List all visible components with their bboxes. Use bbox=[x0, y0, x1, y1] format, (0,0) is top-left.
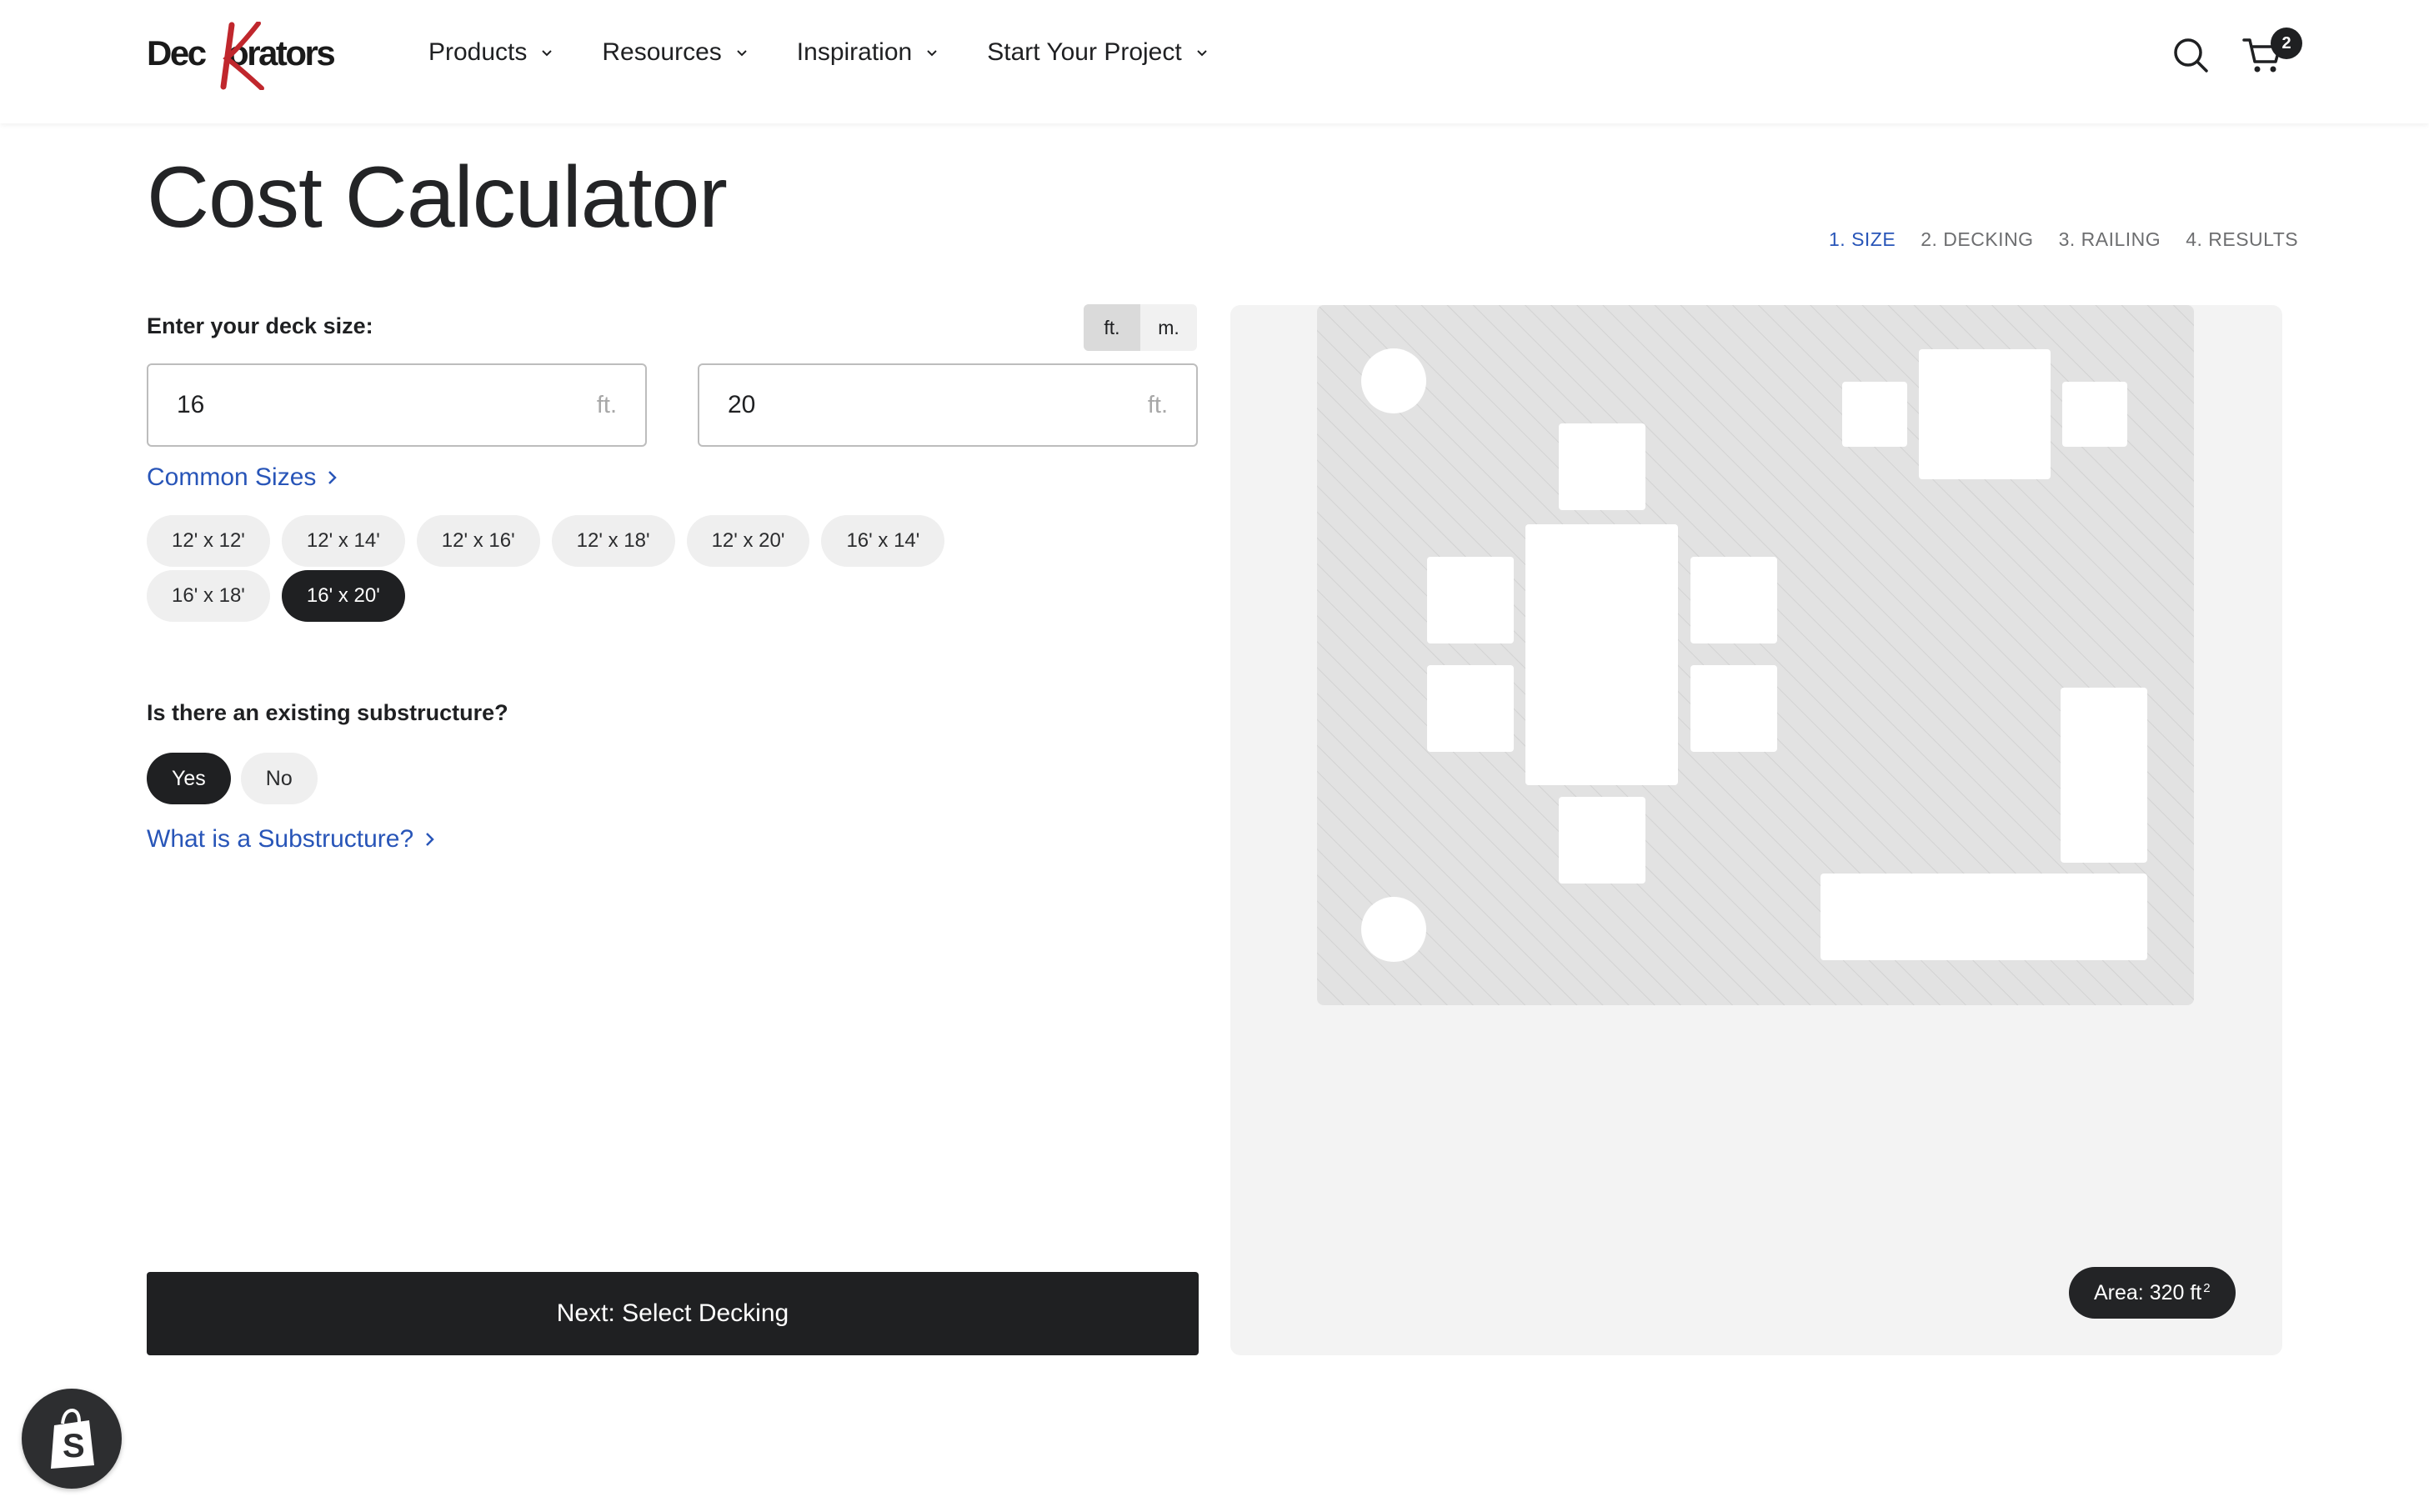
nav-products[interactable]: Products bbox=[428, 38, 555, 67]
step-railing[interactable]: 3. RAILING bbox=[2059, 228, 2161, 251]
search-icon[interactable] bbox=[2172, 37, 2209, 73]
deckorators-logo[interactable]: Dec orators bbox=[147, 22, 365, 92]
deck-layout-illustration bbox=[1317, 305, 2194, 1005]
size-chip-16x20[interactable]: 16' x 20' bbox=[281, 570, 405, 622]
size-chip-12x14[interactable]: 12' x 14' bbox=[281, 515, 405, 567]
chevron-down-icon bbox=[542, 50, 553, 57]
chair-left-2 bbox=[1427, 665, 1514, 752]
chair-right-2 bbox=[1690, 665, 1777, 752]
size-chip-12x16[interactable]: 12' x 16' bbox=[416, 515, 540, 567]
site-header: Dec orators Products Resources Inspirati… bbox=[0, 0, 2429, 123]
progress-steps: 1. SIZE 2. DECKING 3. RAILING 4. RESULTS bbox=[1829, 228, 2298, 251]
substructure-question: Is there an existing substructure? bbox=[147, 700, 508, 725]
next-select-decking-button[interactable]: Next: Select Decking bbox=[147, 1272, 1199, 1355]
common-sizes-link-label: Common Sizes bbox=[147, 463, 317, 491]
deck-width-value: 16 bbox=[177, 391, 205, 418]
substructure-no-button[interactable]: No bbox=[240, 753, 318, 804]
deck-size-label: Enter your deck size: bbox=[147, 313, 373, 338]
what-is-substructure-link[interactable]: What is a Substructure? bbox=[147, 825, 437, 854]
chair-left-1 bbox=[1427, 557, 1514, 643]
deck-length-input[interactable]: 20 ft. bbox=[698, 363, 1198, 447]
deck-preview-panel: Area: 320 ft 2 bbox=[1230, 305, 2282, 1355]
chevron-down-icon bbox=[1196, 50, 1207, 57]
area-label: Area: 320 ft bbox=[2094, 1280, 2202, 1304]
area-unit-superscript: 2 bbox=[2203, 1280, 2211, 1295]
unit-m-button[interactable]: m. bbox=[1140, 304, 1197, 351]
shopify-bag-icon: S bbox=[51, 1408, 94, 1469]
lounge-arm bbox=[2061, 688, 2147, 863]
page-title: Cost Calculator bbox=[147, 149, 728, 246]
planter-top-left bbox=[1361, 348, 1426, 413]
chevron-down-icon bbox=[737, 50, 747, 57]
shopify-badge[interactable]: S bbox=[22, 1389, 122, 1489]
nav-resources-label: Resources bbox=[602, 38, 722, 66]
chair-bottom bbox=[1559, 797, 1645, 884]
chevron-right-icon bbox=[426, 833, 434, 846]
lounge-bench bbox=[1820, 874, 2147, 960]
nav-start-your-project-label: Start Your Project bbox=[987, 38, 1182, 66]
cart-count-badge: 2 bbox=[2271, 28, 2302, 59]
nav-inspiration-label: Inspiration bbox=[796, 38, 913, 66]
size-chip-12x20[interactable]: 12' x 20' bbox=[686, 515, 810, 567]
dining-table bbox=[1525, 524, 1678, 785]
chair-top bbox=[1559, 423, 1645, 510]
planter-bottom-left bbox=[1361, 897, 1426, 962]
step-decking[interactable]: 2. DECKING bbox=[1921, 228, 2033, 251]
deck-width-input[interactable]: 16 ft. bbox=[147, 363, 647, 447]
step-results[interactable]: 4. RESULTS bbox=[2186, 228, 2298, 251]
size-chip-12x18[interactable]: 12' x 18' bbox=[551, 515, 675, 567]
side-stool-right bbox=[2062, 382, 2127, 447]
nav-inspiration[interactable]: Inspiration bbox=[797, 38, 940, 67]
area-badge: Area: 320 ft 2 bbox=[2069, 1267, 2236, 1319]
substructure-yes-button[interactable]: Yes bbox=[147, 753, 231, 804]
size-chip-16x18[interactable]: 16' x 18' bbox=[147, 570, 270, 622]
common-sizes-chips: 12' x 12' 12' x 14' 12' x 16' 12' x 18' … bbox=[147, 515, 1072, 625]
nav-start-your-project[interactable]: Start Your Project bbox=[987, 38, 1209, 67]
step-size[interactable]: 1. SIZE bbox=[1829, 228, 1896, 251]
chevron-down-icon bbox=[927, 50, 937, 57]
deck-length-value: 20 bbox=[728, 391, 756, 418]
unit-toggle: ft. m. bbox=[1084, 304, 1197, 351]
common-sizes-link[interactable]: Common Sizes bbox=[147, 463, 339, 492]
svg-text:S: S bbox=[63, 1428, 85, 1464]
size-chip-16x14[interactable]: 16' x 14' bbox=[821, 515, 945, 567]
logo-k-mark-icon bbox=[220, 22, 264, 90]
deck-length-unit: ft. bbox=[1147, 391, 1168, 418]
nav-resources[interactable]: Resources bbox=[602, 38, 749, 67]
side-table bbox=[1919, 349, 2051, 479]
deck-width-unit: ft. bbox=[596, 391, 617, 418]
chevron-right-icon bbox=[328, 471, 338, 484]
main-nav: Products Resources Inspiration Start You… bbox=[428, 38, 1257, 67]
what-is-substructure-label: What is a Substructure? bbox=[147, 825, 414, 853]
substructure-options: Yes No bbox=[147, 753, 328, 804]
nav-products-label: Products bbox=[428, 38, 528, 66]
side-stool-left bbox=[1842, 382, 1907, 447]
unit-ft-button[interactable]: ft. bbox=[1084, 304, 1140, 351]
chair-right-1 bbox=[1690, 557, 1777, 643]
size-chip-12x12[interactable]: 12' x 12' bbox=[147, 515, 270, 567]
